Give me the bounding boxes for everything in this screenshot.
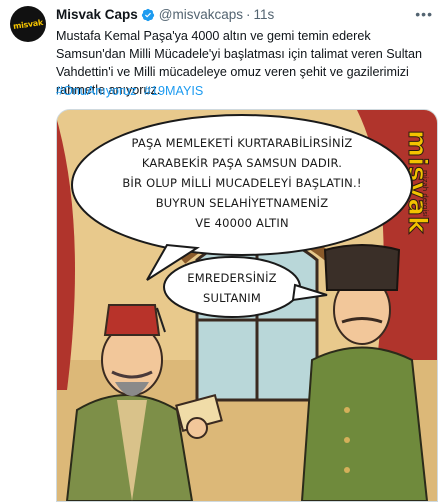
hashtag-list: #OnuAnıyoruz #19MAYIS xyxy=(56,84,207,98)
bubble-2-line: SULTANIM xyxy=(203,291,261,305)
hashtag-link[interactable]: #19MAYIS xyxy=(144,84,203,98)
bubble-1-line: KARABEKİR PAŞA SAMSUN DADIR. xyxy=(142,155,342,170)
bubble-1-line: BUYRUN SELAHİYETNAMENİZ xyxy=(156,195,329,210)
verified-badge-icon xyxy=(141,8,154,21)
tweet-image[interactable]: misvak mizah dergisi PAŞA MEMLEKETİ KURT… xyxy=(56,109,438,502)
avatar-logo: misvak xyxy=(12,17,44,31)
tweet[interactable]: misvak Misvak Caps @misvakcaps · 11s •••… xyxy=(0,0,443,502)
bubble-2-line: EMREDERSİNİZ xyxy=(187,270,277,285)
separator-dot: · xyxy=(246,7,251,22)
author-handle[interactable]: @misvakcaps xyxy=(159,7,243,22)
svg-text:mizah dergisi: mizah dergisi xyxy=(421,170,429,217)
avatar[interactable]: misvak xyxy=(10,6,46,42)
bubble-1-line: BİR OLUP MİLLİ MUCADELEYİ BAŞLATIN.! xyxy=(122,175,361,190)
more-icon[interactable]: ••• xyxy=(415,6,433,22)
cartoon-illustration: misvak mizah dergisi PAŞA MEMLEKETİ KURT… xyxy=(57,110,437,501)
author-name[interactable]: Misvak Caps xyxy=(56,7,138,22)
hashtag-link[interactable]: #OnuAnıyoruz xyxy=(56,84,137,98)
bubble-1-line: VE 40000 ALTIN xyxy=(195,216,289,230)
bubble-1-line: PAŞA MEMLEKETİ KURTARABİLİRSİNİZ xyxy=(132,135,353,150)
timestamp[interactable]: 11s xyxy=(254,7,275,22)
tweet-header: Misvak Caps @misvakcaps · 11s xyxy=(56,7,274,22)
